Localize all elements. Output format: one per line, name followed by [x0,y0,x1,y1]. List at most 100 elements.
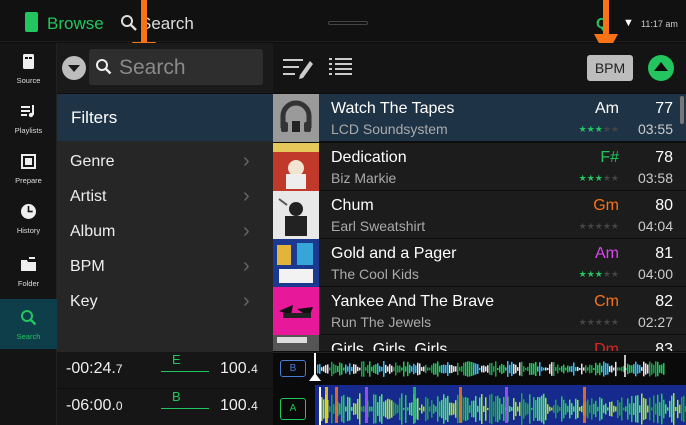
track-row[interactable]: Dedication Biz Markie F# ★★★★★ 78 03:58 [273,143,686,191]
track-row[interactable]: Girls, Girls, Girls Dm 83 [273,335,686,352]
waveform-bar [397,365,399,373]
chevron-right-icon: › [243,220,250,242]
waveform-bar [641,393,643,425]
waveform-bar [545,397,547,421]
waveform-bar [529,394,531,424]
waveform-bar [323,366,325,372]
browse-icon[interactable] [25,12,38,32]
chevron-down-icon[interactable] [62,56,86,80]
waveform-bar [441,399,443,419]
waveform-bar [493,401,495,417]
waveform-bar [409,402,411,416]
waveform-bar [383,361,385,377]
edit-list-icon[interactable] [282,55,314,81]
playlists-icon [21,105,34,118]
deck-b-waveform[interactable] [273,353,686,385]
track-title: Yankee And The Brave [331,293,495,310]
waveform-bar [539,397,541,421]
prepare-icon [21,154,36,169]
sidebar-item-folder[interactable]: Folder [0,246,57,296]
waveform-bar [387,366,389,372]
waveform-bar [473,400,475,418]
waveform-bar [465,397,467,421]
track-rating: ★★★★★ [578,221,619,231]
waveform-bar [639,405,641,413]
waveform-bar [331,394,333,424]
waveform-bar [633,403,635,415]
waveform-bar [475,363,477,375]
track-bpm: 83 [655,341,673,352]
waveform-bar [561,396,563,422]
waveform-bar [521,393,523,425]
waveform-bar [443,394,445,424]
waveform-bar [593,367,595,371]
waveform-bar [549,406,551,412]
track-row[interactable]: Watch The Tapes LCD Soundsystem Am ★★★★★… [273,94,686,142]
cue-marker [413,387,416,423]
scroll-up-button[interactable] [648,55,674,81]
track-rating: ★★★★★ [578,124,619,134]
waveform-bar [319,364,321,374]
scrollbar[interactable] [680,96,684,124]
sidebar-item-search[interactable]: Search [0,299,57,349]
browse-tab[interactable]: Browse [47,14,104,34]
waveform-bar [437,361,439,377]
waveform-bar [333,404,335,414]
waveform-bar [597,364,599,374]
waveform-bar [383,401,385,417]
filter-item-bpm[interactable]: BPM › [57,249,273,284]
waveform-bar [611,365,613,373]
waveform-bar [441,364,443,374]
track-artist: Earl Sweatshirt [331,218,426,234]
waveform-bar [345,406,347,412]
filter-item-artist[interactable]: Artist › [57,179,273,214]
deck-a-button[interactable]: A [280,398,306,420]
filters-header[interactable]: Filters [57,94,273,141]
deck-b-button[interactable]: B [280,360,306,377]
chevron-right-icon: › [243,255,250,277]
track-row[interactable]: Yankee And The Brave Run The Jewels Cm ★… [273,287,686,335]
deck-a-time: -06:00.0 [66,397,123,414]
waveform-bar [569,366,571,372]
sidebar-item-history[interactable]: History [0,193,57,243]
waveform-bar [465,361,467,377]
chevron-right-icon: › [243,185,250,207]
waveform-bar [413,363,415,375]
sort-bpm-button[interactable]: BPM [587,55,633,81]
sidebar-item-source[interactable]: Source [0,43,57,93]
cue-marker [335,387,338,423]
track-row[interactable]: Chum Earl Sweatshirt Gm ★★★★★ 80 04:04 [273,191,686,239]
waveform-bar [437,396,439,422]
waveform-bar [387,398,389,420]
list-view-icon[interactable] [328,55,354,81]
filter-list: Genre › Artist › Album › BPM › Key › [57,141,273,353]
filter-item-album[interactable]: Album › [57,214,273,249]
waveform-bar [497,367,499,371]
waveform-bar [463,397,465,421]
track-title: Dedication [331,149,407,166]
waveform-bar [599,397,601,421]
waveform-bar [643,397,645,421]
waveform-bar [645,363,647,375]
waveform-bar [485,366,487,372]
waveform-bar [579,407,581,411]
waveform-bar [371,406,373,412]
waveform-bar [613,405,615,413]
drag-handle[interactable] [328,21,368,25]
sidebar-item-prepare[interactable]: Prepare [0,143,57,193]
filter-item-genre[interactable]: Genre › [57,144,273,179]
track-artist: The Cool Kids [331,266,419,282]
sidebar-item-playlists[interactable]: Playlists [0,93,57,143]
album-art [273,287,319,335]
filter-item-key[interactable]: Key › [57,284,273,319]
waveform-bar [621,397,623,421]
waveform-bar [621,366,623,372]
waveform-bar [445,364,447,374]
track-row[interactable]: Gold and a Pager The Cool Kids Am ★★★★★ … [273,239,686,287]
waveform-bar [651,407,653,411]
waveform-bar [665,404,667,414]
waveform-bar [399,397,401,421]
waveform-bar [605,403,607,415]
deck-a-waveform[interactable] [273,385,686,425]
waveform-bar [405,395,407,423]
